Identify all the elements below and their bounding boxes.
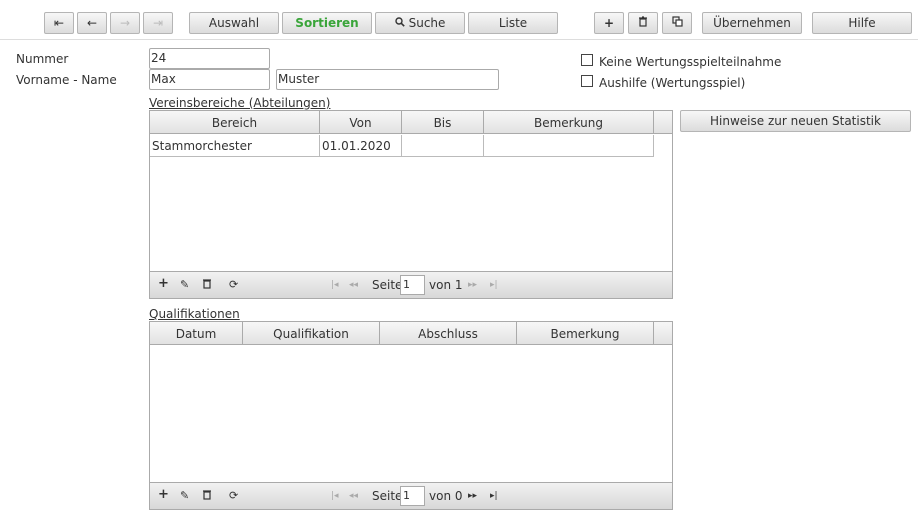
vorname-field[interactable]: Max <box>149 69 270 90</box>
trash-icon[interactable] <box>202 489 212 503</box>
add-record-button[interactable]: + <box>594 12 624 34</box>
first-record-button[interactable]: ⇤ <box>44 12 74 34</box>
table-cell <box>402 135 484 157</box>
seite-label: Seite <box>372 278 403 292</box>
nummer-label: Nummer <box>16 52 69 66</box>
sortieren-label: Sortieren <box>295 16 359 30</box>
first-page-icon[interactable]: |◂ <box>331 491 339 501</box>
keine-wertungsspiel-checkbox[interactable] <box>581 54 593 66</box>
column-header[interactable]: Abschluss <box>380 322 517 345</box>
last-icon: ⇥ <box>152 16 164 30</box>
aushilfe-label: Aushilfe (Wertungsspiel) <box>599 76 746 90</box>
vereinsbereiche-grid: Bereich Von Bis Bemerkung Stammorchester… <box>149 110 673 299</box>
pencil-icon[interactable]: ✎ <box>180 278 189 291</box>
trash-icon <box>638 16 648 30</box>
uebernehmen-button[interactable]: Übernehmen <box>702 12 802 34</box>
hilfe-label: Hilfe <box>848 16 876 30</box>
seite-label: Seite <box>372 489 403 503</box>
column-header[interactable]: Qualifikation <box>243 322 380 345</box>
suche-button[interactable]: Suche <box>375 12 465 34</box>
column-header[interactable]: Bemerkung <box>484 111 654 134</box>
aushilfe-checkbox[interactable] <box>581 75 593 87</box>
page-input[interactable]: 1 <box>400 486 425 506</box>
copy-record-button[interactable] <box>662 12 692 34</box>
hilfe-button[interactable]: Hilfe <box>812 12 912 34</box>
sortieren-button[interactable]: Sortieren <box>282 12 372 34</box>
vorname-name-label: Vorname - Name <box>16 73 117 87</box>
table-cell: Stammorchester <box>150 135 320 157</box>
copy-icon <box>671 16 683 30</box>
refresh-icon[interactable]: ⟳ <box>229 278 238 291</box>
column-header[interactable]: Bereich <box>150 111 320 134</box>
next-page-icon[interactable]: ▸▸ <box>468 491 477 501</box>
auswahl-button[interactable]: Auswahl <box>189 12 279 34</box>
column-header[interactable]: Bemerkung <box>517 322 654 345</box>
auswahl-label: Auswahl <box>208 16 260 30</box>
vereinsbereiche-pager: + ✎ ⟳ |◂ ◂◂ Seite 1 von 1 ▸▸ ▸| <box>150 271 672 298</box>
first-icon: ⇤ <box>53 16 65 30</box>
vereinsbereiche-header: Bereich Von Bis Bemerkung <box>150 111 672 134</box>
search-icon <box>394 16 405 30</box>
arrow-left-icon: ← <box>86 16 98 30</box>
refresh-icon[interactable]: ⟳ <box>229 489 238 502</box>
uebernehmen-label: Übernehmen <box>713 16 791 30</box>
nummer-field[interactable]: 24 <box>149 48 270 69</box>
next-record-button[interactable]: → <box>110 12 140 34</box>
trash-icon[interactable] <box>202 278 212 292</box>
plus-icon[interactable]: + <box>158 487 169 502</box>
qualifikationen-title[interactable]: Qualifikationen <box>149 307 240 321</box>
pencil-icon[interactable]: ✎ <box>180 489 189 502</box>
table-cell: 01.01.2020 <box>320 135 402 157</box>
column-header[interactable]: Datum <box>150 322 243 345</box>
liste-button[interactable]: Liste <box>468 12 558 34</box>
liste-label: Liste <box>498 16 528 30</box>
column-header[interactable]: Bis <box>402 111 484 134</box>
toolbar: ⇤ ← → ⇥ Auswahl Sortieren Suche Liste + … <box>0 0 918 40</box>
first-page-icon[interactable]: |◂ <box>331 280 339 290</box>
page-input[interactable]: 1 <box>400 275 425 295</box>
last-page-icon[interactable]: ▸| <box>490 280 498 290</box>
delete-record-button[interactable] <box>628 12 658 34</box>
name-field[interactable]: Muster <box>276 69 499 90</box>
last-record-button[interactable]: ⇥ <box>143 12 173 34</box>
qualifikationen-header: Datum Qualifikation Abschluss Bemerkung <box>150 322 672 345</box>
table-cell <box>484 135 654 157</box>
page-count-label: von 0 <box>429 489 463 503</box>
last-page-icon[interactable]: ▸| <box>490 491 498 501</box>
plus-icon[interactable]: + <box>158 276 169 291</box>
next-page-icon[interactable]: ▸▸ <box>468 280 477 290</box>
page-count-label: von 1 <box>429 278 463 292</box>
vereinsbereiche-title[interactable]: Vereinsbereiche (Abteilungen) <box>149 96 330 110</box>
qualifikationen-pager: + ✎ ⟳ |◂ ◂◂ Seite 1 von 0 ▸▸ ▸| <box>150 482 672 509</box>
prev-page-icon[interactable]: ◂◂ <box>349 280 358 290</box>
qualifikationen-grid: Datum Qualifikation Abschluss Bemerkung … <box>149 321 673 510</box>
arrow-right-icon: → <box>119 16 131 30</box>
column-header[interactable]: Von <box>320 111 402 134</box>
keine-wertungsspiel-label: Keine Wertungsspielteilnahme <box>599 55 782 69</box>
prev-page-icon[interactable]: ◂◂ <box>349 491 358 501</box>
plus-icon: + <box>603 16 615 30</box>
previous-record-button[interactable]: ← <box>77 12 107 34</box>
hinweise-statistik-button[interactable]: Hinweise zur neuen Statistik <box>680 110 911 132</box>
suche-label: Suche <box>408 16 446 30</box>
